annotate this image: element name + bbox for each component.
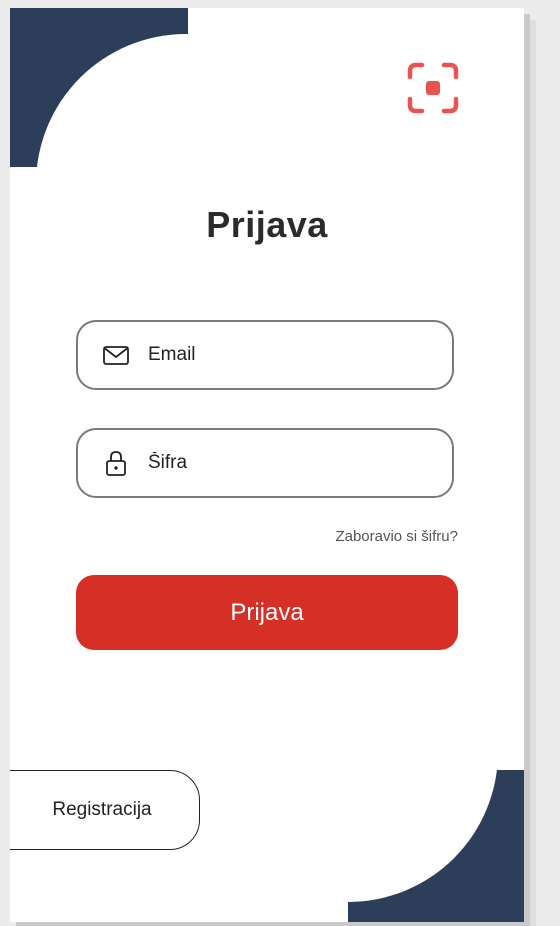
- email-input[interactable]: [148, 322, 438, 388]
- envelope-icon: [103, 346, 129, 365]
- login-button[interactable]: Prijava: [76, 575, 458, 650]
- register-button[interactable]: Registracija: [10, 770, 200, 850]
- password-input[interactable]: [148, 430, 438, 496]
- corner-decoration-top-left: [10, 8, 336, 334]
- email-field[interactable]: [76, 320, 454, 390]
- login-screen: Prijava Zaboravio si šifru? Prijava Regi…: [10, 8, 524, 922]
- password-field[interactable]: [76, 428, 454, 498]
- qr-scan-button[interactable]: [406, 61, 460, 115]
- qr-scan-icon: [407, 62, 459, 114]
- page-title: Prijava: [206, 204, 328, 245]
- lock-icon: [106, 451, 126, 476]
- corner-decoration-bottom-right: [178, 582, 524, 922]
- forgot-password-link[interactable]: Zaboravio si šifru?: [335, 528, 458, 545]
